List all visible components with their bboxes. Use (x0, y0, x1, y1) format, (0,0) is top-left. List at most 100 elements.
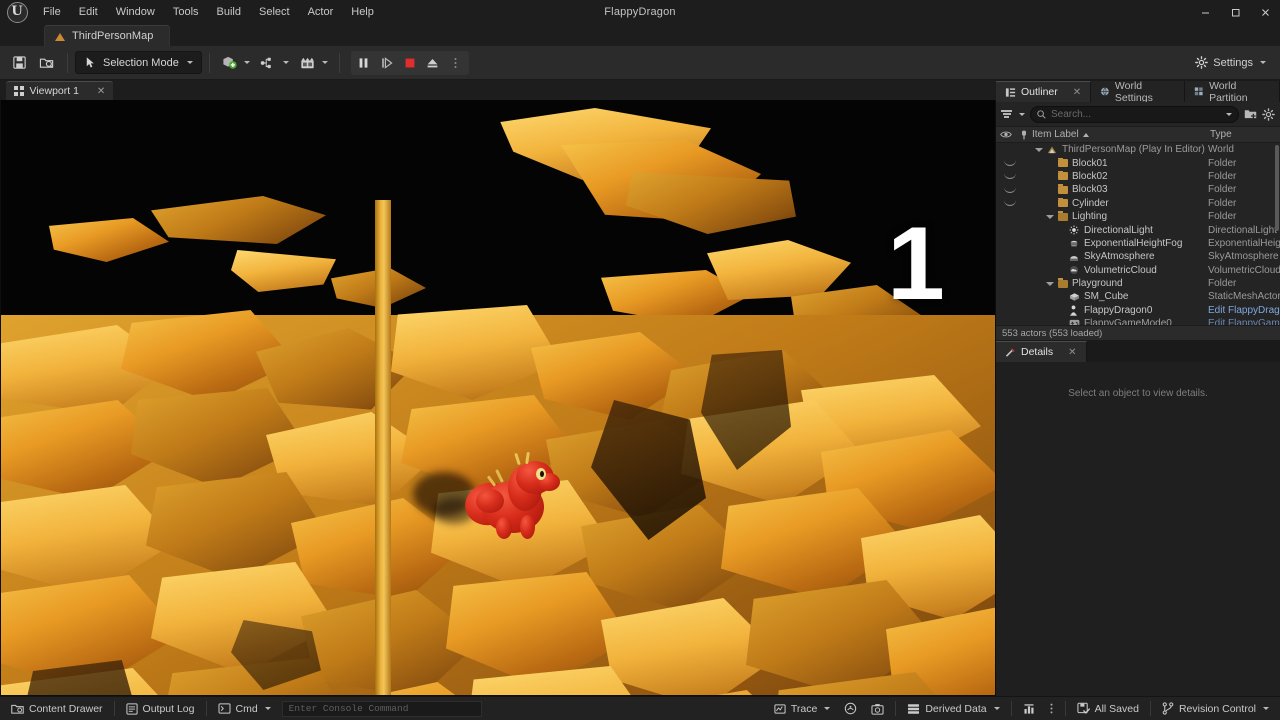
filter-icon[interactable] (1001, 110, 1012, 118)
add-actor-icon (223, 56, 237, 69)
chevron-down-icon (243, 61, 250, 64)
tab-details[interactable]: Details ✕ (996, 341, 1087, 362)
eject-button[interactable] (422, 53, 444, 73)
outliner-row[interactable]: Cylinder Folder (996, 197, 1280, 210)
menu-help[interactable]: Help (342, 2, 383, 22)
status-bar: Content Drawer Output Log Cmd Enter Cons… (0, 696, 1280, 720)
cmd-dropdown[interactable]: Cmd (211, 699, 278, 718)
expand-triangle-icon[interactable] (1035, 147, 1043, 152)
outliner-row[interactable]: SkyAtmosphere SkyAtmosphere (996, 250, 1280, 263)
minimize-button[interactable] (1190, 0, 1220, 24)
derived-data-label: Derived Data (925, 702, 987, 715)
eye-closed-icon[interactable] (1004, 187, 1016, 193)
add-actor-button[interactable] (217, 51, 254, 75)
expand-triangle-icon[interactable] (1046, 281, 1054, 286)
row-visibility-toggle[interactable] (996, 187, 1024, 193)
tab-world-settings[interactable]: World Settings (1091, 80, 1186, 104)
row-label: Block01 (1072, 157, 1108, 169)
performance-button[interactable] (1016, 699, 1042, 718)
type-column-header[interactable]: Type (1210, 129, 1280, 140)
frame-step-button[interactable] (376, 53, 398, 73)
row-visibility-toggle[interactable] (996, 173, 1024, 180)
outliner-row[interactable]: Block03 Folder (996, 183, 1280, 196)
outliner-row[interactable]: Playground Folder (996, 277, 1280, 290)
menu-file[interactable]: File (34, 2, 70, 22)
new-folder-icon[interactable] (1244, 108, 1257, 120)
close-icon[interactable]: ✕ (1073, 87, 1081, 98)
play-options-button[interactable] (445, 53, 467, 73)
live-coding-button[interactable] (837, 699, 864, 718)
menu-build[interactable]: Build (208, 2, 250, 22)
tab-outliner[interactable]: Outliner ✕ (996, 81, 1092, 102)
row-type[interactable]: Edit FlappyGame (1208, 318, 1280, 325)
all-saved-button[interactable]: All Saved (1070, 699, 1146, 718)
close-button[interactable] (1250, 0, 1280, 24)
outliner-row[interactable]: SM_Cube StaticMeshActor (996, 290, 1280, 303)
close-icon[interactable]: ✕ (97, 86, 105, 97)
row-type: Folder (1208, 211, 1237, 223)
outliner-row[interactable]: Block01 Folder (996, 156, 1280, 169)
status-divider-5 (1064, 701, 1066, 716)
item-label-column-header[interactable]: Item Label (1032, 129, 1210, 140)
tab-viewport-1[interactable]: Viewport 1 ✕ (6, 81, 114, 100)
menu-tools[interactable]: Tools (164, 2, 208, 22)
pin-column-header[interactable] (1016, 130, 1032, 140)
outliner-row[interactable]: Lighting Folder (996, 210, 1280, 223)
outliner-row[interactable]: Block02 Folder (996, 170, 1280, 183)
cinematics-icon (301, 57, 314, 68)
chevron-down-icon[interactable] (1226, 112, 1232, 116)
outliner-tree[interactable]: ThirdPersonMap (Play In Editor) World Bloc… (996, 143, 1280, 325)
stop-button[interactable] (399, 53, 421, 73)
row-type[interactable]: Edit FlappyDrago (1208, 305, 1280, 316)
eye-closed-icon[interactable] (1004, 200, 1016, 207)
close-icon[interactable]: ✕ (1068, 347, 1076, 358)
outliner-scrollbar[interactable] (1275, 145, 1279, 231)
eye-closed-icon[interactable] (1004, 160, 1016, 167)
console-command-input[interactable]: Enter Console Command (281, 700, 482, 717)
trace-button[interactable]: Trace (767, 699, 837, 718)
chevron-down-icon (824, 707, 831, 710)
row-label-cell: DirectionalLight (1024, 225, 1208, 236)
outliner-row[interactable]: FlappyGameMode0 Edit FlappyGame (996, 317, 1280, 325)
selection-mode-dropdown[interactable]: Selection Mode (75, 51, 202, 74)
chevron-down-icon[interactable] (1019, 112, 1025, 116)
outliner-row[interactable]: FlappyDragon0 Edit FlappyDrago (996, 304, 1280, 317)
screenshot-button[interactable] (864, 699, 891, 718)
cmd-icon (217, 703, 231, 714)
menu-actor[interactable]: Actor (299, 2, 343, 22)
settings-button[interactable]: Settings (1187, 51, 1274, 75)
search-input[interactable]: Search... (1030, 105, 1239, 123)
outliner-row[interactable]: VolumetricCloud VolumetricCloud (996, 264, 1280, 277)
row-label: VolumetricCloud (1084, 264, 1157, 276)
pause-button[interactable] (353, 53, 375, 73)
outliner-row[interactable]: ThirdPersonMap (Play In Editor) World (996, 143, 1280, 156)
maximize-button[interactable] (1220, 0, 1250, 24)
outliner-row[interactable]: ExponentialHeightFog ExponentialHeigh (996, 237, 1280, 250)
outliner-settings-gear-icon[interactable] (1262, 107, 1275, 121)
blueprints-button[interactable] (256, 51, 293, 75)
cinematics-button[interactable] (295, 51, 332, 75)
visibility-column-header[interactable] (996, 130, 1016, 139)
unreal-logo[interactable]: U (0, 0, 34, 24)
expand-triangle-icon[interactable] (1046, 214, 1054, 219)
game-viewport[interactable]: 1 (0, 100, 996, 696)
menu-window[interactable]: Window (107, 2, 164, 22)
browse-button[interactable] (34, 51, 60, 75)
revision-control-button[interactable]: Revision Control (1155, 699, 1276, 718)
folder-open-icon (1058, 211, 1068, 221)
menu-select[interactable]: Select (250, 2, 299, 22)
derived-data-button[interactable]: Derived Data (900, 699, 1006, 718)
tab-world-partition[interactable]: World Partition (1185, 80, 1280, 104)
level-tab[interactable]: ThirdPersonMap (44, 25, 171, 46)
row-visibility-toggle[interactable] (996, 160, 1024, 167)
row-label: Playground (1072, 278, 1123, 290)
content-drawer-button[interactable]: Content Drawer (4, 699, 110, 718)
menu-edit[interactable]: Edit (70, 2, 107, 22)
outliner-row[interactable]: DirectionalLight DirectionalLight (996, 223, 1280, 236)
save-button[interactable] (6, 51, 32, 75)
eye-closed-icon[interactable] (1004, 173, 1016, 180)
row-visibility-toggle[interactable] (996, 200, 1024, 207)
status-more-button[interactable] (1042, 699, 1061, 718)
output-log-button[interactable]: Output Log (119, 699, 202, 718)
pause-icon (359, 57, 368, 68)
